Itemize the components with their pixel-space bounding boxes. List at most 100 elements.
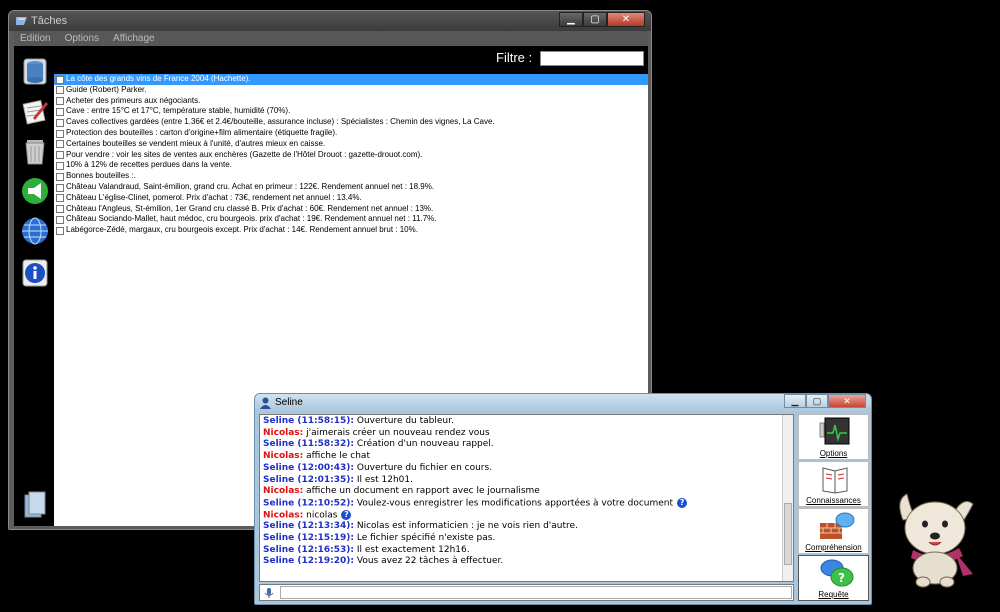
message-text: nicolas	[303, 510, 338, 521]
message-author: Nicolas:	[263, 486, 304, 497]
chat-input[interactable]	[280, 586, 792, 599]
requete-button[interactable]: ? Requête	[798, 555, 869, 601]
chat-message: Nicolas: nicolas?	[263, 509, 352, 522]
task-checkbox[interactable]	[56, 205, 64, 214]
message-author: Seline (11:58:15):	[263, 416, 354, 426]
book-icon	[822, 467, 848, 494]
task-row[interactable]: Acheter des primeurs aux négociants.	[54, 96, 648, 107]
files-icon[interactable]	[21, 490, 49, 520]
connaissances-label: Connaissances	[806, 496, 861, 505]
message-author: Seline (12:15:19):	[263, 533, 354, 543]
help-icon[interactable]: ?	[341, 509, 352, 520]
dog-mascot-icon[interactable]	[893, 490, 985, 588]
window-title: Tâches	[31, 15, 68, 27]
help-icon[interactable]: ?	[677, 497, 688, 508]
minimize-button[interactable]: ▁	[559, 12, 583, 27]
message-text: Création d'un nouveau rappel.	[354, 439, 494, 450]
menu-options[interactable]: Options	[65, 31, 99, 46]
options-label: Options	[819, 449, 848, 458]
seline-title: Seline	[275, 397, 303, 408]
task-row[interactable]: Cave : entre 15°C et 17°C, température s…	[54, 106, 648, 117]
task-checkbox[interactable]	[56, 97, 64, 106]
task-checkbox[interactable]	[56, 194, 64, 203]
mic-icon[interactable]	[263, 587, 275, 599]
task-checkbox[interactable]	[56, 151, 64, 160]
info-icon[interactable]	[21, 258, 49, 288]
connaissances-button[interactable]: Connaissances	[798, 461, 869, 507]
task-checkbox[interactable]	[56, 86, 64, 95]
seline-titlebar[interactable]: Seline ▁ ▢ ✕	[255, 394, 871, 412]
task-row[interactable]: Bonnes bouteilles :.	[54, 171, 648, 182]
message-text: affiche un document en rapport avec le j…	[303, 486, 540, 497]
message-text: affiche le chat	[303, 451, 370, 462]
message-author: Seline (12:10:52):	[263, 498, 354, 509]
task-row[interactable]: Château L'église-Clinet, pomerol. Prix d…	[54, 193, 648, 204]
task-checkbox[interactable]	[56, 161, 64, 170]
task-row[interactable]: Château Sociando-Mallet, haut médoc, cru…	[54, 214, 648, 225]
menu-bar: Edition Options Affichage	[14, 31, 648, 46]
app-icon	[16, 17, 27, 25]
task-text: Château Sociando-Mallet, haut médoc, cru…	[66, 214, 437, 224]
task-checkbox[interactable]	[56, 215, 64, 224]
minimize-button[interactable]: ▁	[784, 394, 806, 408]
task-row[interactable]: Caves collectives gardées (entre 1.36€ e…	[54, 117, 648, 128]
task-checkbox[interactable]	[56, 183, 64, 192]
task-text: Pour vendre : voir les sites de ventes a…	[66, 149, 423, 159]
task-row[interactable]: Pour vendre : voir les sites de ventes a…	[54, 150, 648, 161]
task-text: Protection des bouteilles : carton d'ori…	[66, 128, 338, 137]
task-row[interactable]: La côte des grands vins de France 2004 (…	[54, 74, 648, 85]
task-checkbox[interactable]	[56, 75, 64, 84]
requete-label: Requête	[818, 590, 849, 599]
menu-edition[interactable]: Edition	[20, 31, 51, 46]
trash-icon[interactable]	[21, 136, 49, 166]
window-controls: ▁ ▢ ✕	[559, 12, 645, 27]
task-text: 10% à 12% de recettes perdues dans la ve…	[66, 160, 232, 170]
message-author: Nicolas:	[263, 451, 304, 462]
message-text: Nicolas est informaticien : je ne vois r…	[354, 521, 578, 532]
task-checkbox[interactable]	[56, 107, 64, 116]
chat-message: Seline (12:00:43): Ouverture du fichier …	[263, 463, 492, 475]
database-icon[interactable]	[21, 56, 49, 86]
task-row[interactable]: Protection des bouteilles : carton d'ori…	[54, 128, 648, 139]
close-button[interactable]: ✕	[607, 12, 645, 27]
taches-titlebar[interactable]: Tâches ▁ ▢ ✕	[9, 11, 651, 31]
options-button[interactable]: Options	[798, 414, 869, 460]
task-row[interactable]: Château Valandraud, Saint-émilion, grand…	[54, 182, 648, 193]
task-row[interactable]: Labégorce-Zédé, margaux, cru bourgeois e…	[54, 225, 648, 236]
message-author: Seline (12:01:35):	[263, 474, 354, 485]
task-checkbox[interactable]	[56, 172, 64, 181]
question-bubbles-icon: ?	[820, 559, 854, 587]
task-row[interactable]: Château l'Angleus, St-émilion, 1er Grand…	[54, 204, 648, 215]
edit-icon[interactable]	[21, 96, 49, 126]
task-row[interactable]: 10% à 12% de recettes perdues dans la ve…	[54, 160, 648, 171]
task-checkbox[interactable]	[56, 118, 64, 127]
task-checkbox[interactable]	[56, 129, 64, 138]
message-text: Il est exactement 12h16.	[354, 544, 470, 555]
maximize-button[interactable]: ▢	[806, 394, 828, 408]
chat-message: Seline (12:19:20): Vous avez 22 tâches à…	[263, 556, 503, 568]
task-row[interactable]: Guide (Robert) Parker.	[54, 85, 648, 96]
task-text: Bonnes bouteilles :.	[66, 171, 136, 181]
chat-log: Seline (11:58:15): Ouverture du tableur.…	[259, 414, 794, 582]
task-text: La côte des grands vins de France 2004 (…	[66, 74, 251, 83]
task-checkbox[interactable]	[56, 140, 64, 149]
megaphone-icon[interactable]	[21, 176, 49, 206]
comprehension-label: Compréhension	[805, 543, 862, 552]
comprehension-button[interactable]: Compréhension	[798, 508, 869, 554]
task-text: Labégorce-Zédé, margaux, cru bourgeois e…	[66, 225, 418, 235]
maximize-button[interactable]: ▢	[583, 12, 607, 27]
task-checkbox[interactable]	[56, 226, 64, 235]
message-text: Ouverture du fichier en cours.	[354, 462, 493, 473]
close-button[interactable]: ✕	[828, 394, 866, 408]
task-row[interactable]: Certaines bouteilles se vendent mieux à …	[54, 139, 648, 150]
chat-scrollbar[interactable]	[782, 415, 793, 581]
filter-input[interactable]	[540, 51, 644, 66]
svg-text:?: ?	[838, 571, 845, 585]
globe-icon[interactable]	[21, 216, 49, 246]
menu-affichage[interactable]: Affichage	[113, 31, 155, 46]
user-icon	[260, 397, 271, 409]
task-text: Château L'église-Clinet, pomerol. Prix d…	[66, 192, 362, 202]
task-text: Acheter des primeurs aux négociants.	[66, 95, 201, 105]
message-author: Seline (12:00:43):	[263, 462, 354, 473]
scrollbar-thumb[interactable]	[784, 503, 792, 565]
